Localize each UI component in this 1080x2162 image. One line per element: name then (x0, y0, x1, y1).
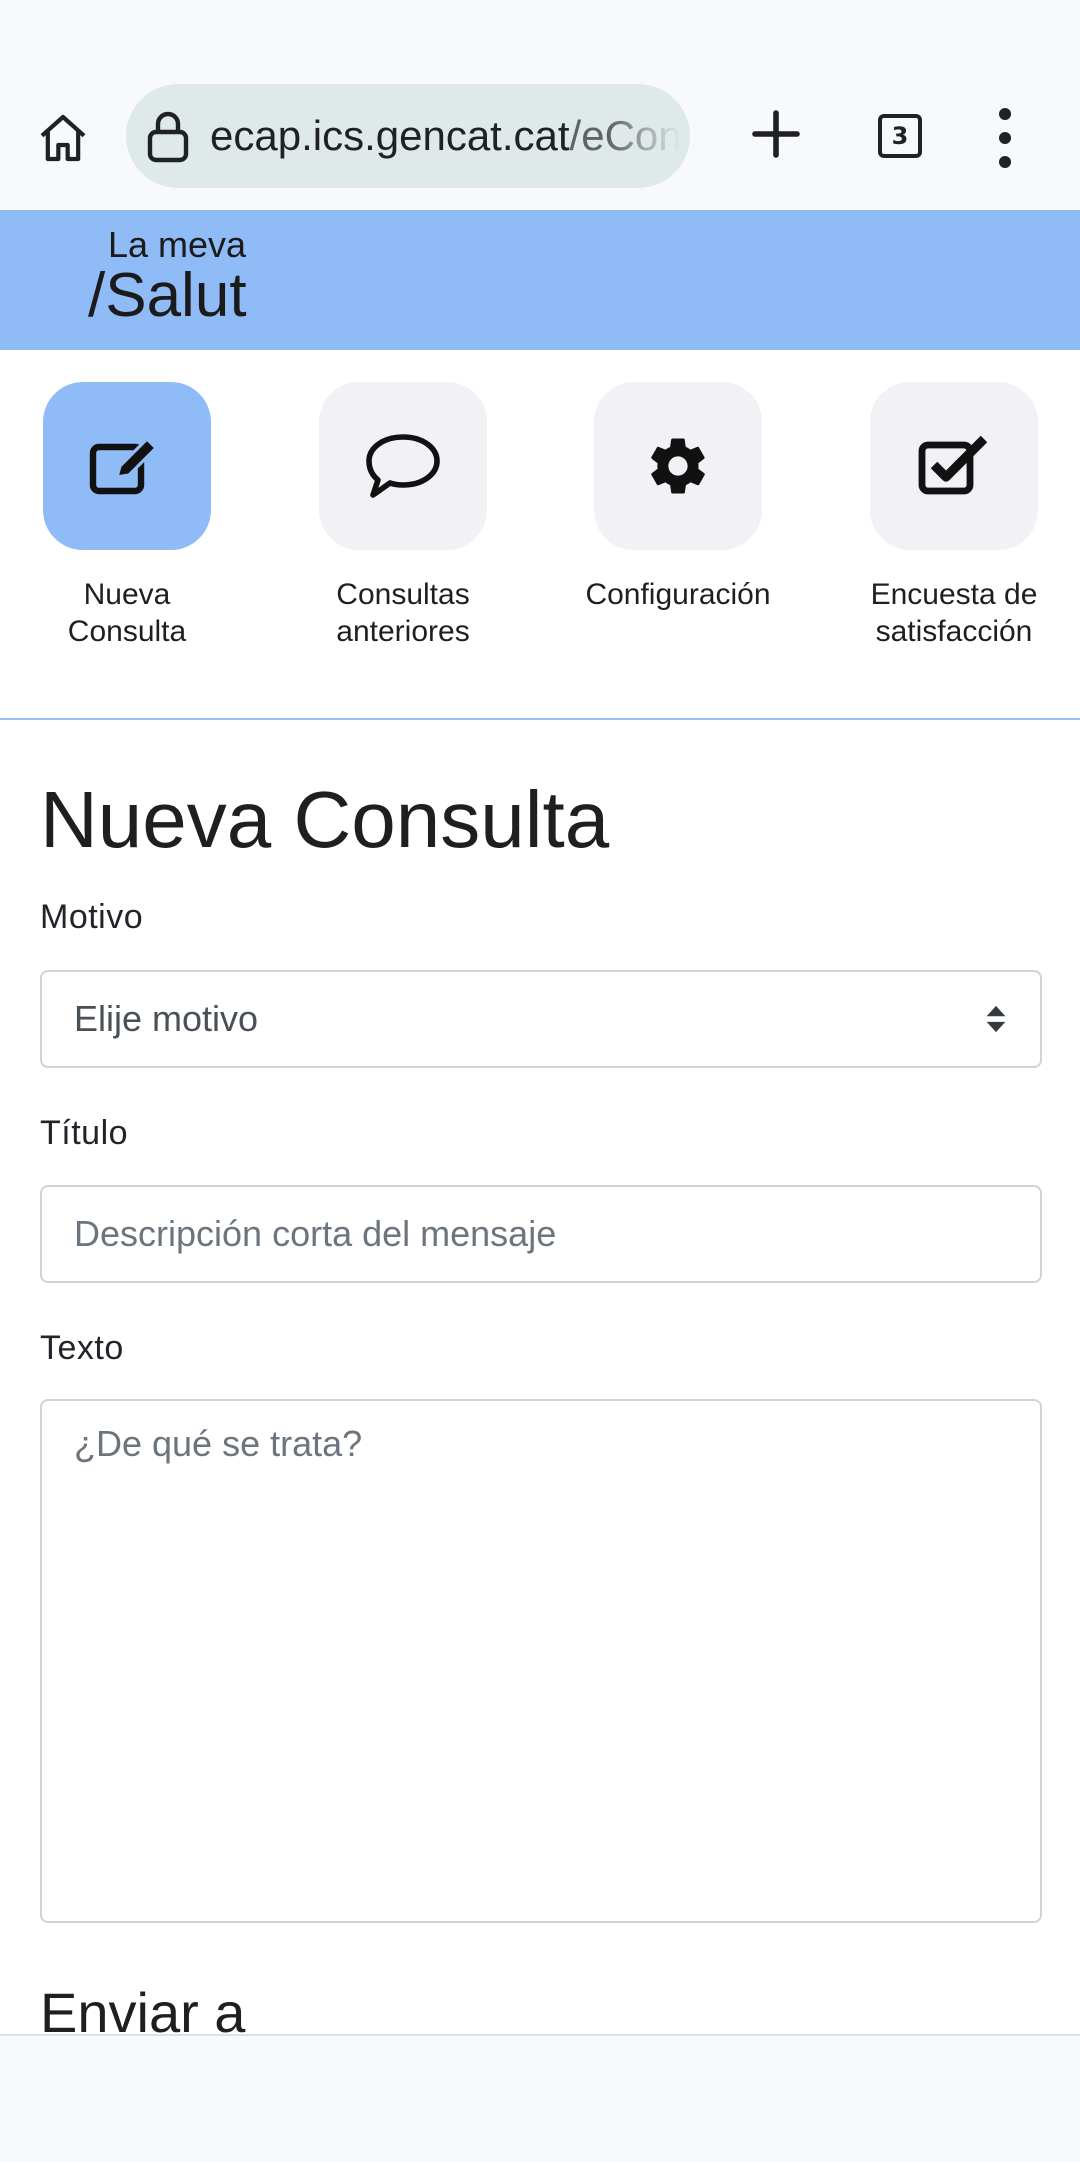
nav-tile[interactable] (594, 382, 762, 550)
motivo-select[interactable]: Elije motivo (40, 970, 1042, 1068)
titulo-label: Título (40, 1114, 129, 1152)
texto-textarea[interactable]: ¿De qué se trata? (40, 1399, 1042, 1923)
nav-label: Configuración (585, 578, 771, 611)
app-header: La meva /Salut (0, 210, 1080, 350)
texto-placeholder: ¿De qué se trata? (74, 1423, 363, 1464)
browser-toolbar: ecap.ics.gencat.cat/eConsulta 3 (0, 0, 1080, 210)
nav-label: Consultas anteriores (336, 578, 470, 648)
nav-tile[interactable] (43, 382, 211, 550)
nav-label: Nueva Consulta (67, 578, 187, 648)
url-text: ecap.ics.gencat.cat/eConsulta (210, 112, 680, 160)
edit-icon (89, 436, 159, 495)
url-host: ecap.ics.gencat.cat (210, 112, 570, 159)
plus-icon[interactable] (748, 106, 804, 162)
home-icon[interactable] (30, 105, 96, 171)
menu-dots-icon[interactable] (990, 108, 1020, 168)
titulo-input[interactable]: Descripción corta del mensaje (40, 1185, 1042, 1283)
nav-configuracion[interactable]: Configuración (568, 382, 788, 613)
page-title: Nueva Consulta (40, 775, 610, 864)
nav-tile[interactable] (870, 382, 1038, 550)
tab-switcher-button[interactable]: 3 (878, 114, 922, 158)
lock-icon (147, 111, 189, 163)
checkbox-icon (918, 435, 988, 495)
nav-label: Encuesta de satisfacción (870, 578, 1038, 648)
sort-caret-icon (986, 1005, 1006, 1033)
gear-icon (651, 438, 705, 494)
motivo-selected-value: Elije motivo (74, 998, 259, 1039)
url-path: /eConsulta (569, 112, 680, 159)
address-bar[interactable]: ecap.ics.gencat.cat/eConsulta (126, 84, 690, 188)
motivo-label: Motivo (40, 898, 144, 936)
tab-count: 3 (891, 122, 909, 150)
nav-encuesta[interactable]: Encuesta de satisfacción (844, 382, 1064, 650)
icon-nav: Nueva Consulta Consultas anteriores Config… (0, 350, 1080, 720)
nav-nueva-consulta[interactable]: Nueva Consulta (17, 382, 237, 650)
nav-consultas-anteriores[interactable]: Consultas anteriores (293, 382, 513, 650)
bottom-bar (0, 2034, 1080, 2162)
chat-icon (366, 434, 440, 498)
texto-label: Texto (40, 1329, 124, 1367)
titulo-placeholder: Descripción corta del mensaje (74, 1213, 557, 1254)
nav-tile[interactable] (319, 382, 487, 550)
logo-line2: /Salut (88, 261, 247, 330)
